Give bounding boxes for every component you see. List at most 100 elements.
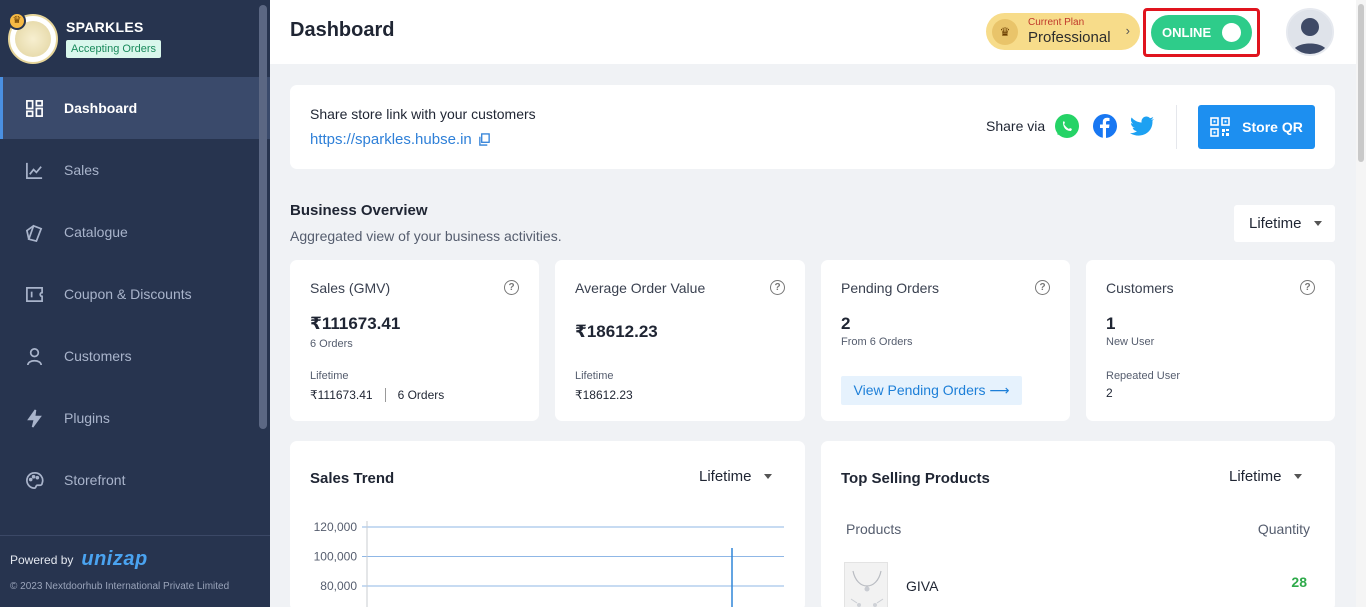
- card-title: Average Order Value: [575, 280, 706, 296]
- caret-down-icon: [1313, 221, 1322, 226]
- store-brand: ♛ SPARKLES Accepting Orders: [0, 0, 270, 77]
- twitter-icon[interactable]: [1130, 113, 1156, 139]
- new-user-label: New User: [1106, 336, 1155, 348]
- share-label: Share store link with your customers: [310, 106, 536, 122]
- divider: [1176, 105, 1177, 149]
- store-link-text[interactable]: https://sparkles.hubse.in: [310, 131, 472, 148]
- lifetime-aov-value: ₹18612.23: [575, 388, 633, 402]
- store-logo[interactable]: ♛: [8, 11, 58, 64]
- copyright-text: © 2023 Nextdoorhub International Private…: [10, 581, 230, 592]
- y-tick-label: 100,000: [314, 550, 358, 564]
- page-scrollbar-thumb[interactable]: [1358, 4, 1364, 162]
- customers-card: Customers ? 1 New User Repeated User 2: [1086, 260, 1335, 421]
- sales-trend-chart: 120,000 100,000 80,000: [314, 520, 784, 607]
- online-label: ONLINE: [1162, 25, 1212, 40]
- page-scrollbar[interactable]: [1356, 0, 1366, 607]
- chevron-right-icon: ›: [1125, 23, 1130, 38]
- y-tick-label: 80,000: [320, 579, 357, 593]
- sidebar-item-coupons[interactable]: Coupon & Discounts: [0, 263, 270, 325]
- help-icon[interactable]: ?: [1300, 280, 1315, 295]
- store-status-badge: Accepting Orders: [66, 40, 161, 58]
- sidebar-item-label: Catalogue: [64, 224, 128, 240]
- help-icon[interactable]: ?: [504, 280, 519, 295]
- unizap-logo: unizap: [81, 548, 148, 570]
- user-avatar-icon: [1288, 10, 1332, 54]
- crown-icon: ♛: [8, 11, 26, 30]
- necklace-image: [850, 570, 884, 607]
- pending-orders-sub: From 6 Orders: [841, 336, 913, 348]
- catalogue-icon: [24, 222, 44, 242]
- sidebar: ♛ SPARKLES Accepting Orders Dashboard Sa…: [0, 0, 270, 607]
- share-store-card: Share store link with your customers htt…: [290, 85, 1335, 169]
- overview-range-dropdown[interactable]: Lifetime: [1234, 205, 1335, 242]
- top-selling-products-card: Top Selling Products Lifetime Products Q…: [821, 441, 1335, 607]
- card-title: Sales (GMV): [310, 280, 391, 296]
- chart-line-icon: [24, 160, 44, 180]
- plan-text: Current Plan Professional: [1028, 17, 1111, 46]
- pending-orders-value: 2: [841, 314, 851, 333]
- sidebar-item-customers[interactable]: Customers: [0, 325, 270, 387]
- trend-range-dropdown[interactable]: Lifetime: [699, 468, 772, 485]
- divider: [384, 388, 386, 402]
- powered-by-row: Powered by unizap: [10, 548, 260, 571]
- top-selling-range-dropdown[interactable]: Lifetime: [1229, 468, 1302, 485]
- average-order-value-card: Average Order Value ? ₹18612.23 Lifetime…: [555, 260, 805, 421]
- whatsapp-icon[interactable]: [1054, 113, 1080, 139]
- palette-icon: [24, 470, 44, 490]
- current-plan-button[interactable]: ♛ Current Plan Professional ›: [986, 13, 1140, 50]
- sidebar-item-label: Sales: [64, 162, 100, 178]
- coupon-icon: [24, 284, 44, 304]
- pending-orders-card: Pending Orders ? 2 From 6 Orders View Pe…: [821, 260, 1070, 421]
- business-overview-subtitle: Aggregated view of your business activit…: [290, 228, 562, 244]
- dashboard-icon: [24, 98, 44, 118]
- help-icon[interactable]: ?: [770, 280, 785, 295]
- copy-icon[interactable]: [478, 133, 491, 146]
- sidebar-item-sales[interactable]: Sales: [0, 139, 270, 201]
- caret-down-icon: [763, 474, 772, 479]
- card-title: Sales Trend: [310, 470, 395, 487]
- top-header: Dashboard ♛ Current Plan Professional › …: [270, 0, 1356, 64]
- share-via-label: Share via: [986, 118, 1046, 134]
- view-pending-orders-button[interactable]: View Pending Orders ⟶: [841, 376, 1022, 405]
- y-tick-label: 120,000: [314, 520, 358, 534]
- lifetime-values: ₹111673.41 6 Orders: [310, 388, 444, 402]
- page-title: Dashboard: [290, 19, 395, 41]
- user-icon: [24, 346, 44, 366]
- sales-trend-card: Sales Trend Lifetime 120,000 100,000 80,00…: [290, 441, 805, 607]
- plan-name: Professional: [1028, 29, 1111, 46]
- help-icon[interactable]: ?: [1035, 280, 1050, 295]
- lifetime-sales-value: ₹111673.41: [310, 388, 373, 402]
- card-title: Pending Orders: [841, 280, 940, 296]
- plan-label: Current Plan: [1028, 17, 1085, 28]
- customers-value: 1: [1106, 314, 1116, 333]
- store-info: SPARKLES Accepting Orders: [66, 19, 161, 58]
- product-name[interactable]: GIVA: [906, 578, 938, 594]
- products-column-header: Products: [846, 521, 902, 537]
- sales-gmv-card: Sales (GMV) ? ₹111673.41 6 Orders Lifeti…: [290, 260, 539, 421]
- store-link[interactable]: https://sparkles.hubse.in: [310, 131, 491, 148]
- qr-code-icon: [1210, 117, 1230, 137]
- top-selling-range-value: Lifetime: [1229, 468, 1282, 485]
- aov-value: ₹18612.23: [575, 322, 658, 341]
- sidebar-item-dashboard[interactable]: Dashboard: [0, 77, 270, 139]
- sidebar-nav: Dashboard Sales Catalogue Coupon & Disco…: [0, 77, 270, 511]
- sidebar-scrollbar[interactable]: [259, 5, 267, 429]
- trend-range-value: Lifetime: [699, 468, 752, 485]
- card-title: Top Selling Products: [841, 470, 990, 487]
- store-qr-label: Store QR: [1242, 119, 1303, 135]
- avatar[interactable]: [1286, 8, 1334, 56]
- facebook-icon[interactable]: [1092, 113, 1118, 139]
- store-qr-button[interactable]: Store QR: [1198, 105, 1315, 149]
- sidebar-item-plugins[interactable]: Plugins: [0, 387, 270, 449]
- online-toggle[interactable]: ONLINE: [1151, 15, 1252, 50]
- sidebar-item-storefront[interactable]: Storefront: [0, 449, 270, 511]
- product-quantity: 28: [1291, 574, 1307, 590]
- store-name: SPARKLES: [66, 19, 144, 35]
- product-thumbnail[interactable]: [844, 562, 888, 607]
- business-overview-title: Business Overview: [290, 202, 428, 219]
- crown-icon: ♛: [992, 18, 1018, 45]
- overview-range-value: Lifetime: [1249, 215, 1302, 232]
- quantity-column-header: Quantity: [1257, 521, 1310, 537]
- sidebar-item-catalogue[interactable]: Catalogue: [0, 201, 270, 263]
- repeated-user-value: 2: [1106, 386, 1113, 400]
